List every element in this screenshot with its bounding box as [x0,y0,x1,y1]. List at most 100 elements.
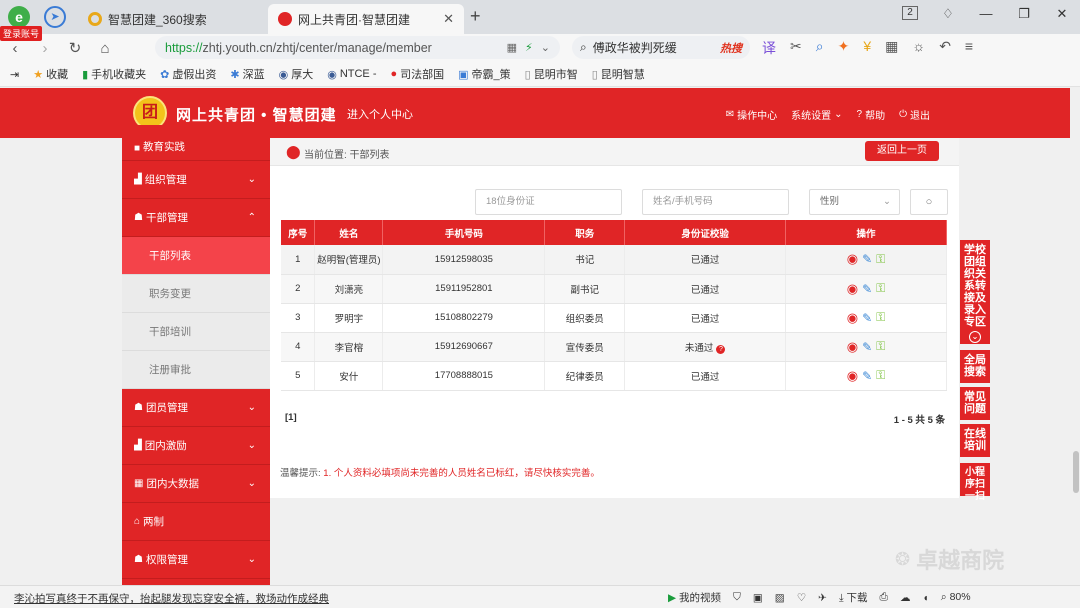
id-number-input[interactable]: 18位身份证 [475,189,622,215]
page-scrollbar[interactable] [1070,88,1080,585]
float-miniprogram[interactable]: 小程序扫一扫 [960,463,990,502]
back-icon[interactable]: ‹ [0,40,30,57]
search-box[interactable]: ⌕ 傅政华被判死缓 热搜 [572,36,750,59]
apps-icon[interactable]: ▦ [885,38,898,58]
sidebar-item-two-systems[interactable]: ⌂ 两制 [122,503,270,541]
news-ticker-link[interactable]: 李沁拍写真终于不再保守，抬起腿发现忘穿安全裤，救场动作成经典 [14,591,329,606]
heart-icon[interactable]: ♡ [797,592,806,604]
logout-link[interactable]: ⏻ 退出 [899,107,930,122]
scroll-thumb[interactable] [1073,451,1079,493]
bookmark-item[interactable]: ◉ NTCE - [327,68,376,81]
key-icon[interactable]: ⚿ [876,252,885,267]
edit-icon[interactable]: ✎ [862,340,872,354]
tab-zhtj[interactable]: 网上共青团·智慧团建 ✕ [268,4,464,34]
cloud-icon[interactable]: ☁ [900,592,911,604]
key-icon[interactable]: ⚿ [876,368,885,383]
scissors-icon[interactable]: ✂ [790,38,802,58]
minimize-icon[interactable]: — [978,6,994,22]
new-tab-icon[interactable]: + [470,6,481,27]
tab-count-icon[interactable]: 2 [902,6,918,20]
view-icon[interactable]: ◉ [847,310,858,326]
forward-icon[interactable]: › [30,40,60,57]
tab-search[interactable]: 智慧团建_360搜索 [78,4,266,34]
sidebar-subitem-cadre-training[interactable]: 干部培训 [122,313,270,351]
restore-icon[interactable]: ❐ [1016,6,1032,22]
sidebar-item-bigdata[interactable]: ▦ 团内大数据 ⌄ [122,465,270,503]
bookmark-item[interactable]: ▯ 昆明市智 [525,66,578,82]
sidebar-subitem-cadre-list[interactable]: 干部列表 [122,237,270,275]
sidebar-item-permissions[interactable]: ☗ 权限管理 ⌄ [122,541,270,579]
home-icon[interactable]: ⌂ [90,40,120,57]
view-icon[interactable]: ◉ [847,281,858,297]
view-icon[interactable]: ◉ [847,368,858,384]
close-tab-icon[interactable]: ✕ [443,11,454,27]
search-button[interactable]: ○ [910,189,948,215]
rocket-icon[interactable]: ✈ [818,592,827,604]
help-link[interactable]: ? 帮助 [857,107,886,122]
row-name[interactable]: 安什 [314,361,384,391]
row-name[interactable]: 赵明智(管理员) [314,245,384,275]
sidebar-subitem-registration-approval[interactable]: 注册审批 [122,351,270,389]
address-bar[interactable]: https:// zhtj.youth.cn/zhtj/center/manag… [155,36,560,59]
system-settings-menu[interactable]: 系统设置 ⌄ [791,107,842,122]
bookmark-item[interactable]: ▣ 帝霸_策 [458,66,511,82]
float-online-training[interactable]: 在线培训 [960,424,990,457]
sidebar-item-incentive[interactable]: ▟ 团内激励 ⌄ [122,427,270,465]
volume-icon[interactable]: ◖ [922,592,928,604]
brightness-icon[interactable]: ☼ [912,38,925,58]
sidebar-item-cadre[interactable]: ☗ 干部管理 ⌃ [122,199,270,237]
printer-icon[interactable]: ⎙ [880,591,888,604]
hot-search-label[interactable]: 热搜 [720,40,742,56]
sidebar-subitem-position-change[interactable]: 职务变更 [122,275,270,313]
float-global-search[interactable]: 全局搜索 [960,350,990,383]
navigate-icon[interactable]: ➤ [44,6,66,28]
key-icon[interactable]: ⚿ [876,339,885,354]
camera-icon[interactable]: ▣ [753,592,763,604]
edit-icon[interactable]: ✎ [862,252,872,266]
close-window-icon[interactable]: ✕ [1054,6,1070,22]
float-faq[interactable]: 常见问题 [960,387,990,420]
gender-select[interactable]: 性别 ⌄ [809,189,900,215]
personal-center-link[interactable]: 进入个人中心 [347,106,413,122]
key-icon[interactable]: ⚿ [876,310,885,325]
bookmark-item[interactable]: ✱ 深蓝 [230,66,264,82]
edit-icon[interactable]: ✎ [862,369,872,383]
bookmark-item[interactable]: ◉ 厚大 [279,66,314,82]
view-icon[interactable]: ◉ [847,339,858,355]
image-icon[interactable]: ▨ [775,592,785,604]
operation-center-link[interactable]: ✉ 操作中心 [726,107,777,122]
bookmark-item[interactable]: ▮ 手机收藏夹 [82,66,146,82]
bookmark-item[interactable]: ✿ 虚假出资 [160,66,216,82]
reload-icon[interactable]: ↻ [60,39,90,57]
bookmark-favorites[interactable]: ★ 收藏 [33,66,68,82]
sidebar-item-members[interactable]: ☗ 团员管理 ⌄ [122,389,270,427]
chevron-down-icon[interactable]: ⌄ [541,41,550,54]
name-phone-input[interactable]: 姓名/手机号码 [642,189,789,215]
money-icon[interactable]: ¥ [863,38,871,58]
bolt-icon[interactable]: ⚡ [525,41,533,54]
search-input[interactable]: 傅政华被判死缓 [593,39,677,56]
shirt-icon[interactable]: ♢ [940,6,956,22]
translate-icon[interactable]: 译 [762,38,776,58]
sidebar-item-education[interactable]: ■ 教育实践 [122,125,270,161]
row-name[interactable]: 李官榕 [314,332,384,362]
view-icon[interactable]: ◉ [847,251,858,267]
edit-icon[interactable]: ✎ [862,311,872,325]
sidebar-toggle-icon[interactable]: ⇥ [10,68,19,81]
edit-icon[interactable]: ✎ [862,282,872,296]
game-icon[interactable]: ✦ [838,38,850,58]
key-icon[interactable]: ⚿ [876,281,885,296]
browser-logo-icon[interactable]: e [8,6,30,28]
pagination-page-link[interactable]: [1] [285,412,297,423]
magnifier-icon[interactable]: ⌕ [816,38,824,58]
sidebar-item-org[interactable]: ▟ 组织管理 ⌄ [122,161,270,199]
my-video-button[interactable]: ▶ 我的视频 [668,590,721,605]
menu-icon[interactable]: ≡ [965,38,973,58]
bookmark-item[interactable]: ▯ 昆明智慧 [592,66,645,82]
bookmark-item[interactable]: ● 司法部国 [390,66,444,82]
login-badge[interactable]: 登录账号 [0,26,43,41]
qr-icon[interactable]: ▦ [507,41,517,54]
shield-icon[interactable]: ⛉ [733,591,741,604]
help-icon[interactable]: ? [716,344,726,354]
row-name[interactable]: 罗明宇 [314,303,384,333]
